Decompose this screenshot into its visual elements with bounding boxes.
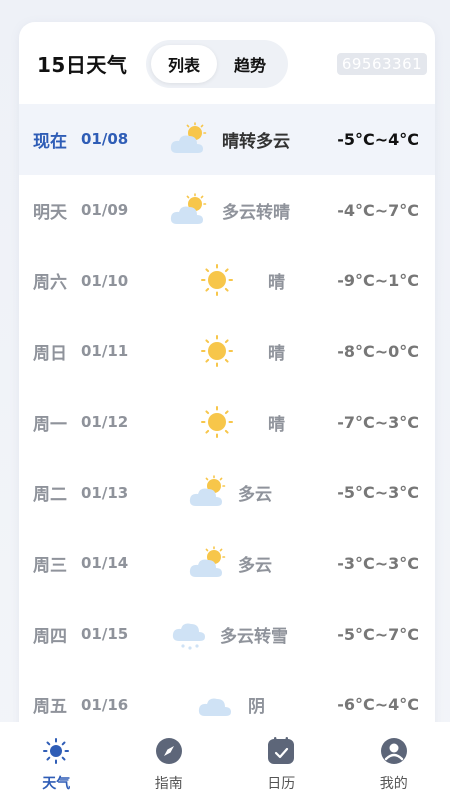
day-label: 现在 <box>33 131 67 152</box>
day-label: 周三 <box>33 555 67 576</box>
page-title: 15日天气 <box>37 52 128 77</box>
partly-cloudy-icon <box>189 475 226 507</box>
date-label: 01/09 <box>81 201 129 220</box>
temp-range: -5°C~3°C <box>337 483 419 503</box>
tab-label: 指南 <box>154 776 183 792</box>
day-label: 周一 <box>33 414 67 435</box>
date-label: 01/15 <box>81 625 129 644</box>
condition-label: 多云 <box>238 555 272 576</box>
date-label: 01/14 <box>81 554 129 573</box>
sunny-icon <box>201 335 233 368</box>
tab-label: 天气 <box>42 776 71 792</box>
temp-range: -6°C~4°C <box>337 695 419 715</box>
forecast-row[interactable]: 周六 01/10 晴 -9°C~1°C <box>19 245 435 316</box>
temp-range: -8°C~0°C <box>337 341 419 361</box>
temp-range: -9°C~1°C <box>337 271 419 291</box>
forecast-row[interactable]: 周二 01/13 多云 -5°C~3°C <box>19 457 435 528</box>
tab-weather[interactable]: 天气 <box>0 722 113 800</box>
forecast-row[interactable]: 周日 01/11 晴 -8°C~0°C <box>19 316 435 387</box>
tab-trend[interactable]: 趋势 <box>217 45 283 83</box>
date-label: 01/10 <box>81 271 129 290</box>
forecast-row[interactable]: 现在 01/08 晴转多云 -5°C~4°C <box>19 104 435 175</box>
condition-label: 晴 <box>268 343 285 364</box>
tab-label: 日历 <box>267 776 296 792</box>
cloudy-snow-icon <box>172 623 205 650</box>
condition-label: 多云转雪 <box>220 626 288 647</box>
day-label: 周四 <box>33 626 67 647</box>
forecast-row[interactable]: 周四 01/15 多云转雪 -5°C~7°C <box>19 599 435 670</box>
user-icon <box>380 738 407 764</box>
condition-label: 晴 <box>268 273 285 294</box>
forecast-card: 15日天气 列表 趋势 69563361 现在 01/08 晴转多云 -5°C~… <box>19 22 435 742</box>
tab-label: 我的 <box>379 776 408 792</box>
header: 15日天气 列表 趋势 69563361 <box>19 22 435 104</box>
forecast-row[interactable]: 周一 01/12 晴 -7°C~3°C <box>19 387 435 458</box>
sun-icon <box>43 738 70 764</box>
bottom-tab-bar: 天气 指南 日历 我的 <box>0 722 450 800</box>
tab-list[interactable]: 列表 <box>151 45 217 83</box>
day-label: 周五 <box>33 697 67 718</box>
id-badge: 69563361 <box>337 53 427 75</box>
calendar-icon <box>268 737 295 764</box>
partly-cloudy-icon <box>189 546 226 578</box>
temp-range: -3°C~3°C <box>337 553 419 573</box>
overcast-icon <box>198 698 231 716</box>
forecast-row[interactable]: 明天 01/09 多云转晴 -4°C~7°C <box>19 175 435 246</box>
tab-profile[interactable]: 我的 <box>338 722 450 800</box>
condition-label: 多云转晴 <box>222 202 290 223</box>
day-label: 周日 <box>33 343 67 364</box>
temp-range: -5°C~7°C <box>337 624 419 644</box>
temp-range: -7°C~3°C <box>337 412 419 432</box>
partly-cloudy-icon <box>170 192 207 224</box>
temp-range: -4°C~7°C <box>337 200 419 220</box>
sunny-icon <box>201 405 233 438</box>
partly-cloudy-icon <box>170 122 207 153</box>
compass-icon <box>155 738 182 764</box>
condition-label: 阴 <box>248 697 265 718</box>
forecast-list: 现在 01/08 晴转多云 -5°C~4°C 明天 01/09 多云转晴 -4°… <box>19 104 435 740</box>
forecast-row[interactable]: 周三 01/14 多云 -3°C~3°C <box>19 528 435 599</box>
day-label: 周六 <box>33 273 67 294</box>
day-label: 明天 <box>33 202 67 223</box>
tab-calendar[interactable]: 日历 <box>225 722 338 800</box>
view-toggle: 列表 趋势 <box>146 40 288 88</box>
day-label: 周二 <box>33 485 67 506</box>
date-label: 01/16 <box>81 695 129 714</box>
date-label: 01/13 <box>81 483 129 502</box>
date-label: 01/12 <box>81 413 129 432</box>
temp-range: -5°C~4°C <box>337 129 419 149</box>
tab-guide[interactable]: 指南 <box>113 722 226 800</box>
condition-label: 晴转多云 <box>222 131 290 152</box>
condition-label: 晴 <box>268 414 285 435</box>
date-label: 01/08 <box>81 130 129 149</box>
date-label: 01/11 <box>81 342 129 361</box>
condition-label: 多云 <box>238 485 272 506</box>
sunny-icon <box>201 264 233 297</box>
